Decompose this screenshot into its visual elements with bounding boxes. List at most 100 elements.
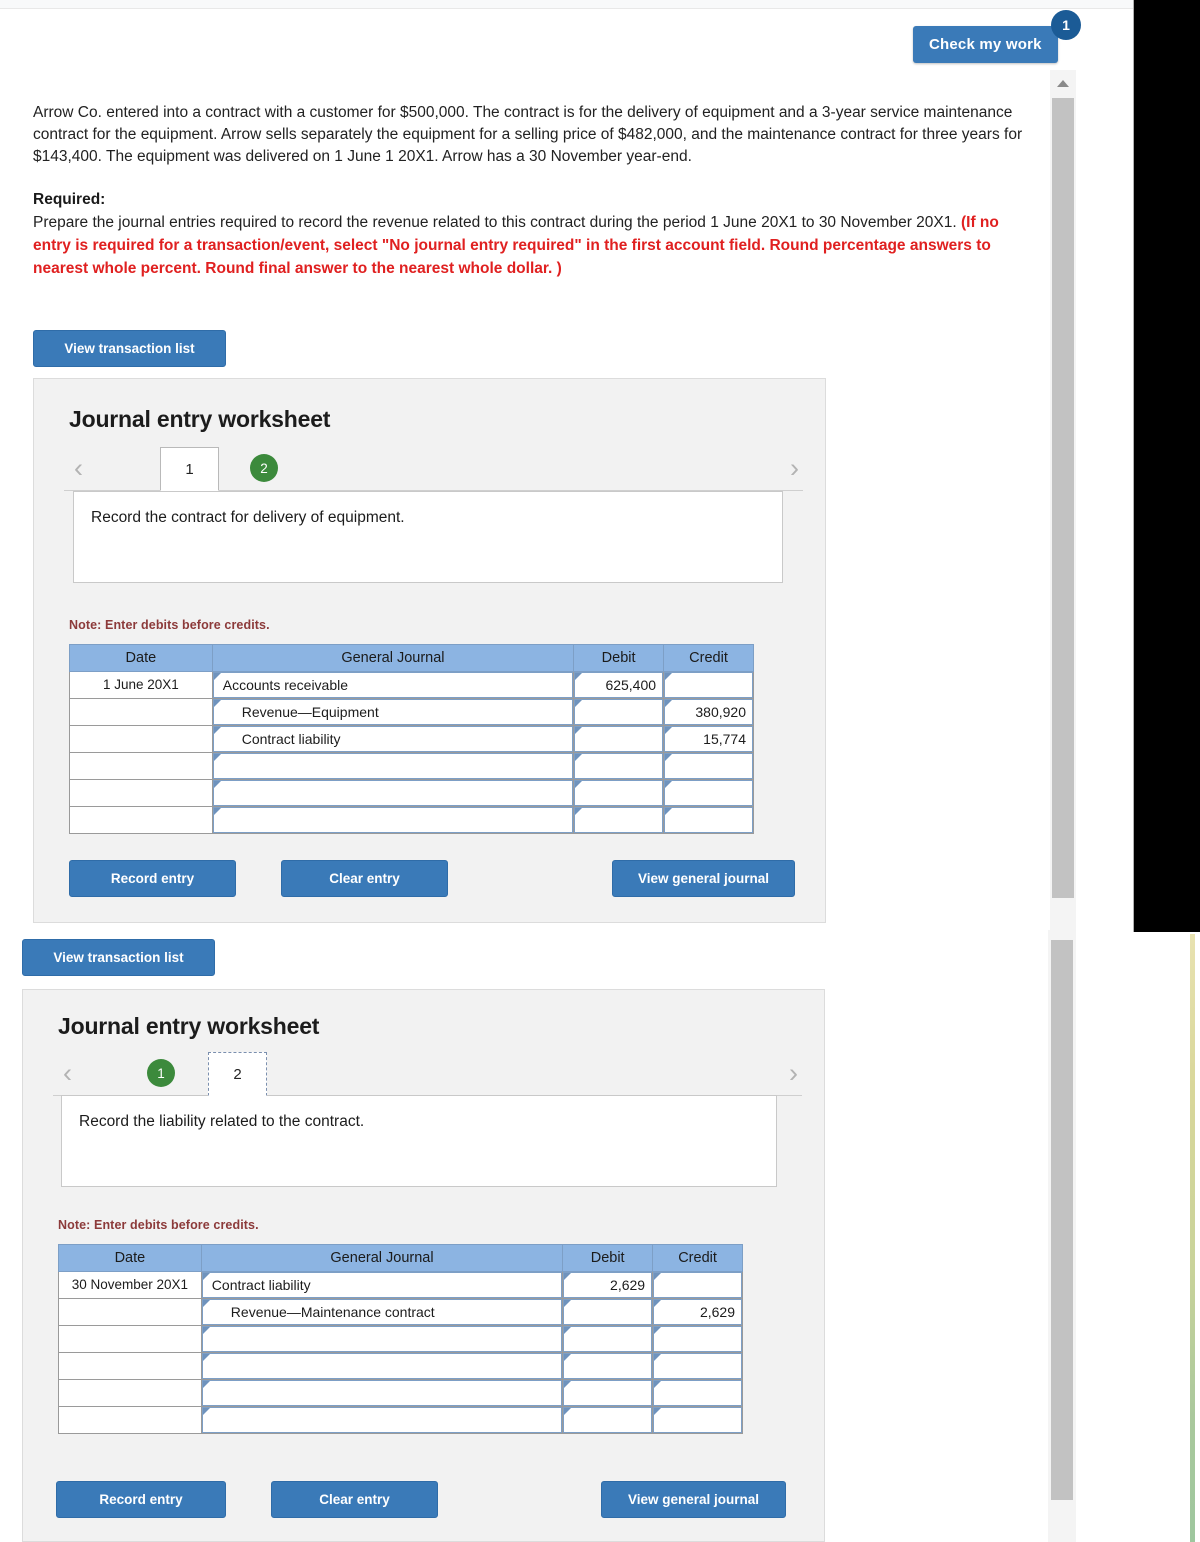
- tab-entry-1-ws2[interactable]: 1: [147, 1059, 175, 1087]
- cell-date[interactable]: 1 June 20X1: [69, 671, 213, 699]
- credit-input[interactable]: [664, 753, 753, 779]
- view-general-journal-button-1[interactable]: View general journal: [612, 860, 795, 897]
- debit-input[interactable]: [574, 807, 664, 833]
- cell-credit: 380,920: [663, 698, 754, 726]
- col-general-journal-1: General Journal: [211, 644, 575, 672]
- debit-input[interactable]: [574, 726, 664, 752]
- clear-entry-button-2[interactable]: Clear entry: [271, 1481, 438, 1518]
- credit-input[interactable]: [653, 1380, 742, 1406]
- debit-input[interactable]: [563, 1299, 653, 1325]
- cell-debit: [562, 1379, 654, 1407]
- right-edge-gradient-strip: [1190, 934, 1195, 1542]
- cell-debit: [562, 1352, 654, 1380]
- col-credit-2: Credit: [652, 1244, 743, 1272]
- debit-input[interactable]: [563, 1380, 653, 1406]
- required-label: Required:: [33, 191, 106, 208]
- outer-scrollbar-thumb[interactable]: [1052, 98, 1074, 898]
- outer-vertical-scrollbar[interactable]: [1050, 70, 1076, 932]
- cell-account: Revenue—Maintenance contract: [200, 1298, 564, 1326]
- account-input[interactable]: Contract liability: [201, 1272, 563, 1298]
- black-side-panel: [1133, 0, 1200, 932]
- credit-input[interactable]: [653, 1353, 742, 1379]
- account-input[interactable]: Contract liability: [212, 726, 574, 752]
- account-input[interactable]: [212, 780, 574, 806]
- debit-input[interactable]: 2,629: [563, 1272, 653, 1298]
- cell-date[interactable]: [58, 1325, 202, 1353]
- cell-date[interactable]: [58, 1352, 202, 1380]
- cell-date[interactable]: [58, 1379, 202, 1407]
- view-transaction-list-button-2[interactable]: View transaction list: [22, 939, 215, 976]
- cell-credit: [652, 1406, 743, 1434]
- table-row: [69, 779, 754, 807]
- account-input[interactable]: [201, 1380, 563, 1406]
- credit-input[interactable]: [653, 1272, 742, 1298]
- next-entry-icon-1[interactable]: ›: [790, 453, 799, 483]
- cell-account: Contract liability: [200, 1271, 564, 1299]
- cell-credit: [652, 1271, 743, 1299]
- view-transaction-list-button-1[interactable]: View transaction list: [33, 330, 226, 367]
- account-input[interactable]: [212, 807, 574, 833]
- cell-date[interactable]: [69, 779, 213, 807]
- inner-vertical-scrollbar[interactable]: [1048, 930, 1076, 1542]
- record-entry-button-1[interactable]: Record entry: [69, 860, 236, 897]
- cell-date[interactable]: [58, 1406, 202, 1434]
- account-input[interactable]: Revenue—Maintenance contract: [201, 1299, 563, 1325]
- debit-input[interactable]: [574, 780, 664, 806]
- credit-input[interactable]: [664, 780, 753, 806]
- cell-debit: 625,400: [573, 671, 665, 699]
- debits-before-credits-note-2: Note: Enter debits before credits.: [58, 1218, 259, 1232]
- cell-date[interactable]: [69, 752, 213, 780]
- credit-input[interactable]: 15,774: [664, 726, 753, 752]
- cell-account: [200, 1325, 564, 1353]
- table-row: [58, 1379, 743, 1407]
- journal-header-row-1: Date General Journal Debit Credit: [69, 644, 754, 672]
- account-input[interactable]: Revenue—Equipment: [212, 699, 574, 725]
- cell-account: Revenue—Equipment: [211, 698, 575, 726]
- prev-entry-icon-1[interactable]: ‹: [74, 453, 83, 483]
- debit-input[interactable]: 625,400: [574, 672, 664, 698]
- view-general-journal-button-2[interactable]: View general journal: [601, 1481, 786, 1518]
- entry-description-1: Record the contract for delivery of equi…: [73, 491, 783, 583]
- cell-debit: [573, 752, 665, 780]
- tab-entry-1-ws1[interactable]: 1: [160, 447, 219, 491]
- clear-entry-button-1[interactable]: Clear entry: [281, 860, 448, 897]
- account-input[interactable]: [201, 1326, 563, 1352]
- cell-account: [211, 779, 575, 807]
- scroll-up-arrow-icon[interactable]: [1050, 70, 1076, 96]
- cell-date[interactable]: [58, 1298, 202, 1326]
- table-row: Revenue—Equipment 380,920: [69, 698, 754, 726]
- debit-input[interactable]: [574, 699, 664, 725]
- journal-entry-worksheet-2: Journal entry worksheet ‹ 1 2 › Record t…: [22, 989, 825, 1542]
- debit-input[interactable]: [563, 1407, 653, 1433]
- cell-credit: [652, 1325, 743, 1353]
- cell-credit: 2,629: [652, 1298, 743, 1326]
- prev-entry-icon-2[interactable]: ‹: [63, 1058, 72, 1088]
- cell-date[interactable]: 30 November 20X1: [58, 1271, 202, 1299]
- next-entry-icon-2[interactable]: ›: [789, 1058, 798, 1088]
- table-row: [69, 752, 754, 780]
- credit-input[interactable]: [664, 807, 753, 833]
- check-my-work-container: Check my work 1: [913, 10, 1081, 63]
- credit-input[interactable]: 2,629: [653, 1299, 742, 1325]
- account-input[interactable]: Accounts receivable: [212, 672, 574, 698]
- record-entry-button-2[interactable]: Record entry: [56, 1481, 226, 1518]
- tab-entry-2-ws1[interactable]: 2: [250, 454, 278, 482]
- credit-input[interactable]: 380,920: [664, 699, 753, 725]
- col-debit-1: Debit: [573, 644, 665, 672]
- table-row: Revenue—Maintenance contract 2,629: [58, 1298, 743, 1326]
- credit-input[interactable]: [653, 1326, 742, 1352]
- cell-date[interactable]: [69, 806, 213, 834]
- credit-input[interactable]: [664, 672, 753, 698]
- inner-scrollbar-thumb[interactable]: [1051, 940, 1073, 1500]
- check-my-work-button[interactable]: Check my work: [913, 26, 1058, 63]
- cell-date[interactable]: [69, 725, 213, 753]
- debit-input[interactable]: [563, 1353, 653, 1379]
- account-input[interactable]: [201, 1407, 563, 1433]
- cell-date[interactable]: [69, 698, 213, 726]
- debit-input[interactable]: [574, 753, 664, 779]
- account-input[interactable]: [201, 1353, 563, 1379]
- credit-input[interactable]: [653, 1407, 742, 1433]
- debit-input[interactable]: [563, 1326, 653, 1352]
- account-input[interactable]: [212, 753, 574, 779]
- tab-entry-2-ws2[interactable]: 2: [208, 1052, 267, 1096]
